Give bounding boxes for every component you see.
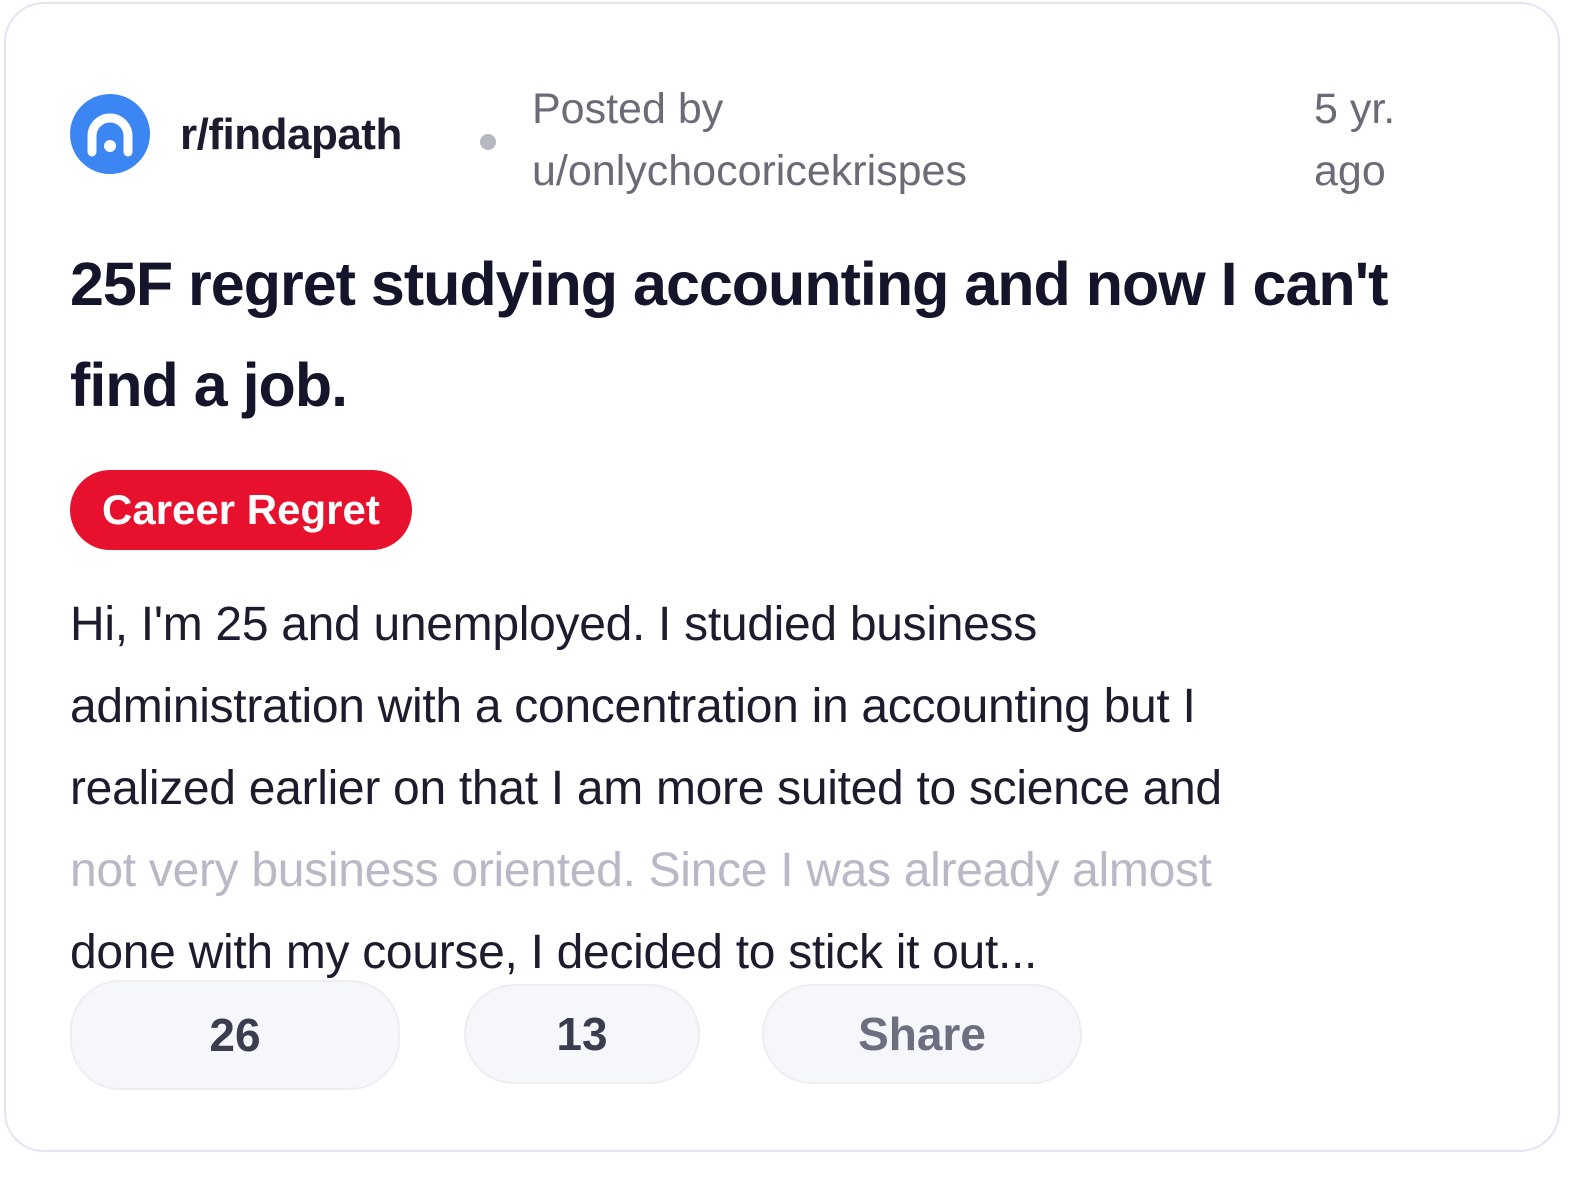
separator-dot: [480, 134, 496, 150]
body-line: realized earlier on that I am more suite…: [70, 762, 1222, 815]
posted-by-label: Posted by: [532, 85, 724, 133]
upvote-count: 26: [209, 1009, 261, 1061]
comment-count: 13: [556, 1008, 608, 1060]
flair-badge[interactable]: Career Regret: [70, 470, 412, 550]
comments-button[interactable]: 13: [464, 984, 700, 1084]
post-body[interactable]: Hi, I'm 25 and unemployed. I studied bus…: [70, 584, 1490, 994]
body-line: administration with a concentration in a…: [70, 680, 1196, 733]
post-header: r/findapath Posted by u/onlychocoricekri…: [70, 74, 1490, 204]
body-line: not very business oriented. Since I was …: [70, 844, 1212, 897]
share-label: Share: [858, 1008, 986, 1060]
timestamp-line-2: ago: [1314, 147, 1386, 195]
posted-by: Posted by u/onlychocoricekrispes: [532, 78, 967, 202]
subreddit-name[interactable]: r/findapath: [180, 110, 402, 160]
author-link[interactable]: u/onlychocoricekrispes: [532, 140, 967, 202]
post-title[interactable]: 25F regret studying accounting and now I…: [70, 234, 1510, 436]
subreddit-avatar-icon[interactable]: [70, 94, 150, 174]
post-timestamp: 5 yr. ago: [1314, 78, 1395, 202]
upvote-button[interactable]: 26: [70, 980, 400, 1090]
share-button[interactable]: Share: [762, 984, 1082, 1084]
body-line: Hi, I'm 25 and unemployed. I studied bus…: [70, 598, 1037, 651]
post-card[interactable]: r/findapath Posted by u/onlychocoricekri…: [4, 2, 1560, 1152]
timestamp-line-1: 5 yr.: [1314, 85, 1396, 133]
